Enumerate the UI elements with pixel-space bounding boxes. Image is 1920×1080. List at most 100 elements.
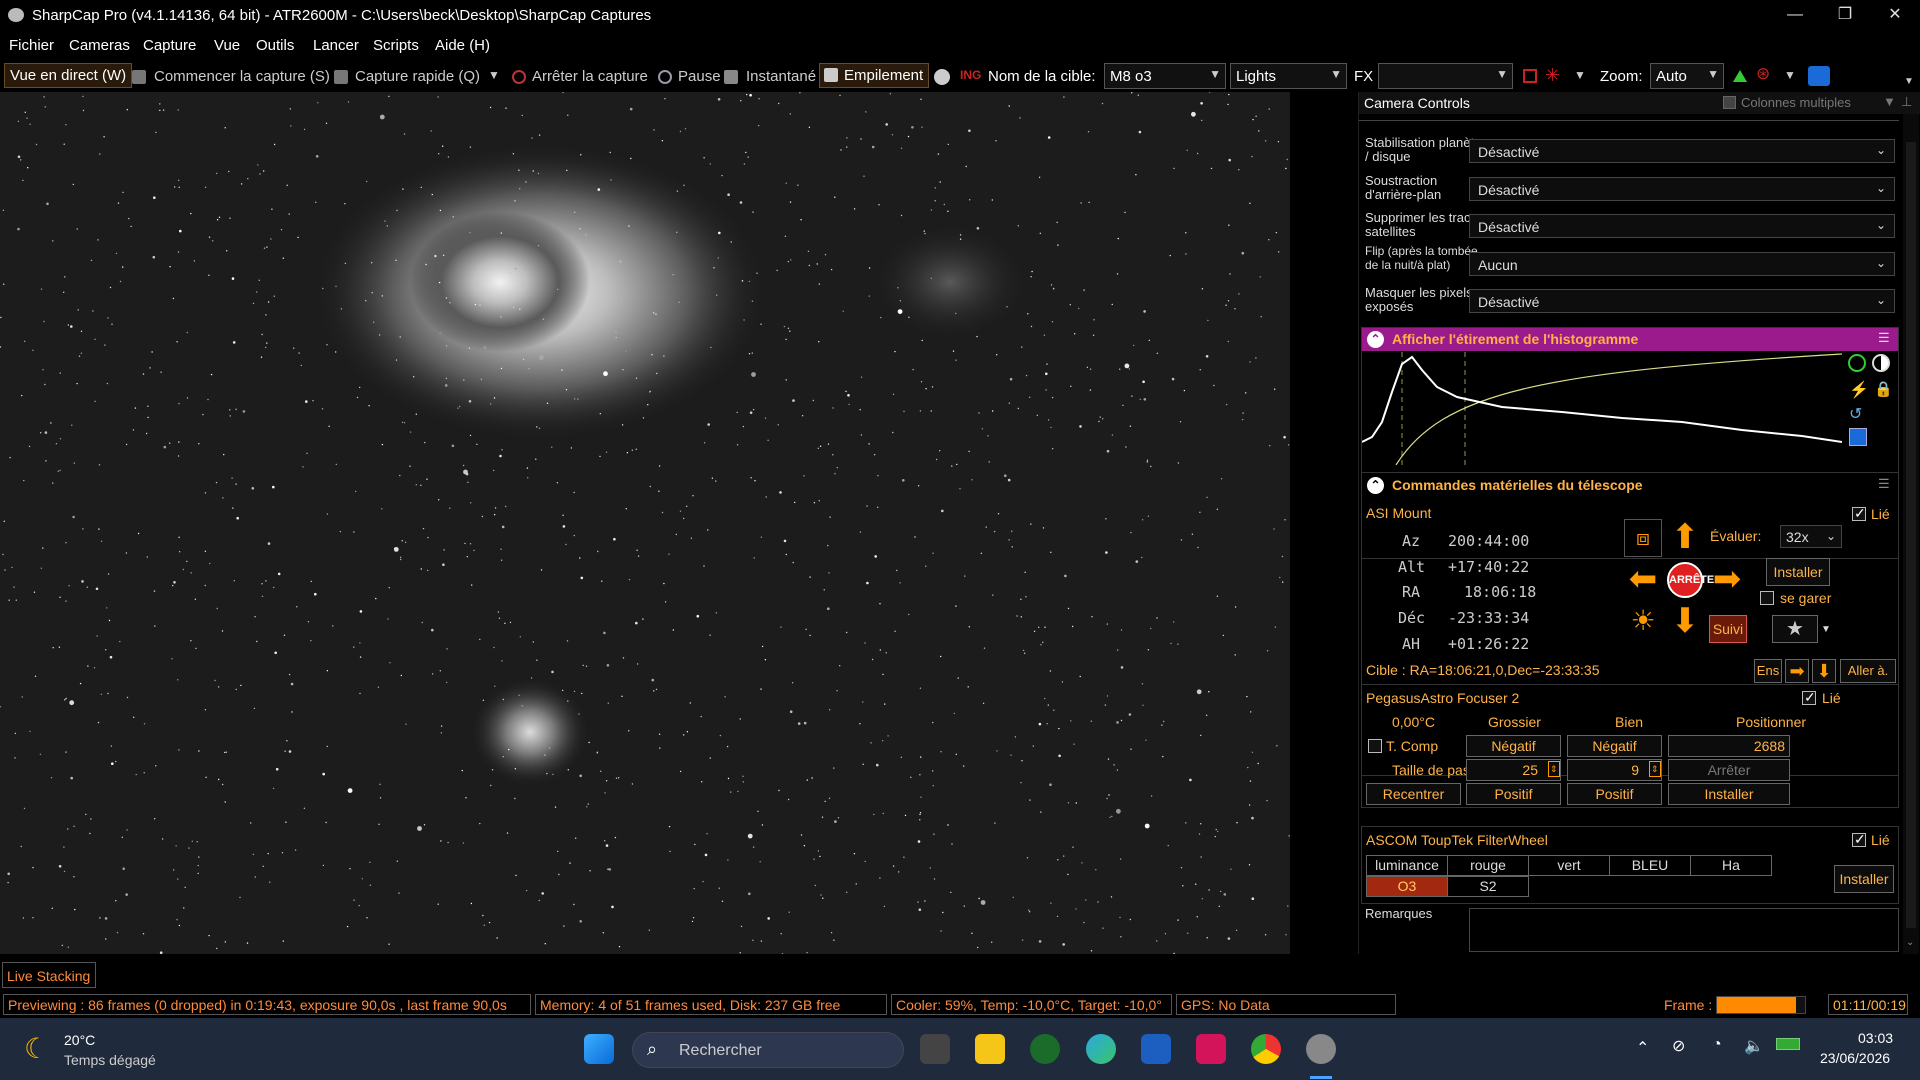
filter-s2[interactable]: S2	[1447, 876, 1529, 897]
arrow-right-icon[interactable]: ➡	[1785, 659, 1809, 683]
close-button[interactable]: ✕	[1872, 3, 1918, 27]
tracking-button[interactable]: Suivi	[1709, 615, 1747, 643]
coarse-step-input[interactable]: 25	[1466, 759, 1561, 781]
mount-install-button[interactable]: Installer	[1766, 558, 1830, 586]
focuser-install-button[interactable]: Installer	[1668, 783, 1790, 805]
menu-capture[interactable]: Capture	[143, 37, 196, 54]
menu-tools[interactable]: Outils	[256, 37, 294, 54]
fine-step-input[interactable]: 9	[1567, 759, 1662, 781]
lightning-icon[interactable]: ⚡	[1849, 380, 1869, 400]
tcomp-checkbox[interactable]	[1368, 739, 1382, 753]
image-viewport[interactable]	[0, 92, 1290, 954]
filter-blue[interactable]: BLEU	[1609, 855, 1691, 876]
menu-icon[interactable]: ☰	[1878, 477, 1890, 491]
stepper-icon[interactable]: ⇕	[1548, 761, 1560, 777]
battery-icon[interactable]	[1776, 1038, 1800, 1050]
filter-o3-selected[interactable]: O3	[1366, 876, 1448, 897]
fine-negative-button[interactable]: Négatif	[1567, 735, 1662, 757]
fx-select[interactable]: ▼	[1378, 63, 1513, 89]
volume-icon[interactable]: 🔈	[1744, 1036, 1764, 1056]
chevron-down-icon[interactable]: ▼	[1821, 623, 1831, 637]
menu-view[interactable]: Vue	[214, 37, 240, 54]
menu-launch[interactable]: Lancer	[313, 37, 359, 54]
panel-scrollbar[interactable]: ⌄	[1903, 114, 1919, 954]
menu-icon[interactable]: ☰	[1878, 331, 1890, 345]
menu-file[interactable]: Fichier	[9, 37, 54, 54]
annotate-icon[interactable]	[1808, 66, 1830, 86]
spiral-search-icon[interactable]: ⧈	[1624, 519, 1662, 557]
zoom-select[interactable]: Auto ▼	[1650, 63, 1724, 89]
set-button[interactable]: Ens	[1754, 659, 1782, 683]
chevron-up-icon[interactable]: ⌃	[1636, 1038, 1649, 1058]
scrollbar-thumb[interactable]	[1906, 142, 1916, 928]
notes-textarea[interactable]	[1469, 908, 1899, 952]
chevron-down-icon[interactable]: ⌄	[1906, 936, 1914, 950]
chevron-down-icon[interactable]: ▼	[1784, 68, 1796, 82]
task-view-icon[interactable]	[920, 1034, 950, 1064]
target-icon[interactable]: ⊛	[1756, 64, 1770, 84]
stepper-icon[interactable]: ⇕	[1649, 761, 1661, 777]
filterwheel-install-button[interactable]: Installer	[1834, 865, 1894, 893]
file-explorer-icon[interactable]	[975, 1034, 1005, 1064]
quick-capture-button[interactable]: Capture rapide (Q)	[355, 68, 480, 85]
snapshot-button[interactable]: Instantané	[746, 68, 816, 85]
arrow-right-icon[interactable]: ➡	[1708, 561, 1746, 599]
menu-scripts[interactable]: Scripts	[373, 37, 419, 54]
pause-button[interactable]: Pause	[678, 68, 721, 85]
arrow-left-icon[interactable]: ⬅	[1624, 561, 1662, 599]
chevron-down-icon[interactable]: ▼	[1904, 76, 1914, 87]
mask-exposed-select[interactable]: Désactivé ⌄	[1469, 289, 1895, 313]
chrome-icon[interactable]	[1251, 1034, 1281, 1064]
satellite-trails-select[interactable]: Désactivé ⌄	[1469, 214, 1895, 238]
clock-date[interactable]: 23/06/2026	[1820, 1050, 1890, 1066]
collapse-icon[interactable]: ⌃	[1367, 477, 1384, 494]
minimize-button[interactable]: —	[1772, 3, 1818, 27]
histogram-plot[interactable]	[1362, 352, 1842, 465]
moon-weather-icon[interactable]: ☾	[24, 1032, 49, 1065]
filter-ha[interactable]: Ha	[1690, 855, 1772, 876]
stop-capture-button[interactable]: Arrêter la capture	[532, 68, 648, 85]
chevron-down-icon[interactable]: ▼	[1883, 95, 1896, 109]
background-subtraction-select[interactable]: Désactivé ⌄	[1469, 177, 1895, 201]
coarse-negative-button[interactable]: Négatif	[1466, 735, 1561, 757]
contrast-icon[interactable]	[1872, 354, 1890, 372]
maximize-button[interactable]: ❐	[1822, 3, 1868, 27]
star-icon[interactable]: ★	[1772, 615, 1818, 643]
filter-red[interactable]: rouge	[1447, 855, 1529, 876]
coarse-positive-button[interactable]: Positif	[1466, 783, 1561, 805]
arrow-down-icon[interactable]: ⬇	[1812, 659, 1836, 683]
live-stacking-tab[interactable]: Live Stacking	[2, 962, 96, 988]
histogram-icon[interactable]	[1733, 70, 1747, 82]
chevron-down-icon[interactable]: ▼	[1574, 68, 1586, 82]
red-square-icon[interactable]	[1523, 69, 1537, 83]
multi-columns-checkbox[interactable]	[1723, 96, 1736, 109]
start-capture-button[interactable]: Commencer la capture (S)	[154, 68, 330, 85]
focuser-linked-checkbox[interactable]	[1802, 689, 1816, 706]
position-input[interactable]: 2688	[1668, 735, 1790, 757]
filter-luminance[interactable]: luminance	[1366, 855, 1448, 876]
reset-icon[interactable]: ↺	[1849, 404, 1862, 424]
search-box[interactable]: ⌕ Rechercher	[632, 1032, 904, 1068]
recenter-button[interactable]: Recentrer	[1366, 783, 1461, 805]
arrow-up-icon[interactable]: ⬆	[1666, 519, 1704, 557]
windows-start-icon[interactable]	[584, 1034, 614, 1064]
park-checkbox[interactable]	[1760, 591, 1774, 605]
lock-icon[interactable]: 🔒	[1874, 380, 1893, 398]
histogram-header[interactable]: ⌃ Afficher l'étirement de l'histogramme …	[1362, 328, 1898, 351]
live-view-button[interactable]: Vue en direct (W)	[4, 63, 133, 88]
filter-green[interactable]: vert	[1528, 855, 1610, 876]
sharpcap-icon[interactable]	[1306, 1034, 1336, 1064]
collapse-icon[interactable]: ⌃	[1367, 331, 1384, 348]
pin-icon[interactable]: ⊥	[1901, 95, 1912, 109]
home-sun-icon[interactable]: ☀	[1624, 603, 1662, 641]
frame-type-select[interactable]: Lights ▼	[1230, 63, 1347, 89]
stop-button[interactable]: ARRÊTE	[1667, 562, 1714, 598]
save-icon[interactable]	[1849, 428, 1867, 446]
goto-button[interactable]: Aller à.	[1840, 659, 1896, 683]
moon-icon[interactable]	[934, 69, 950, 85]
focuser-stop-button[interactable]: Arrêter	[1668, 759, 1790, 781]
photo-app-icon[interactable]	[1196, 1034, 1226, 1064]
network-off-icon[interactable]: ⊘	[1672, 1036, 1685, 1056]
rate-select[interactable]: 32x ⌄	[1780, 525, 1842, 548]
arrow-down-icon[interactable]: ⬇	[1666, 603, 1704, 641]
